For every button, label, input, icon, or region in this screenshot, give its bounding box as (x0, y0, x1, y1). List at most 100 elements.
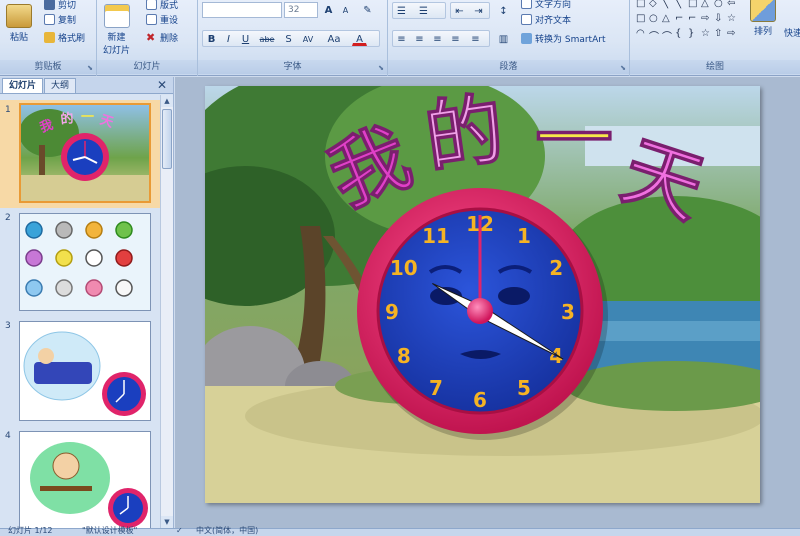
increase-indent-icon[interactable]: ⇥ (471, 3, 486, 18)
shape-option-icon[interactable]: ⇨ (727, 28, 735, 39)
scroll-thumb[interactable] (162, 109, 172, 169)
format-painter-button[interactable]: 格式刷 (44, 31, 85, 44)
smartart-icon (521, 33, 532, 44)
slide-thumbnail[interactable] (19, 321, 151, 421)
current-slide[interactable]: 我的一天 121234567891011 (205, 86, 760, 503)
layout-label: 版式 (160, 1, 179, 11)
change-case-button[interactable]: Aa (324, 31, 344, 46)
numbering-icon[interactable]: ☰ (416, 3, 431, 18)
shape-option-icon[interactable]: ◠ (636, 28, 645, 39)
reset-button[interactable]: 重设 (146, 13, 178, 26)
shape-option-icon[interactable]: □ (688, 0, 697, 9)
shape-option-icon[interactable]: ╲ (675, 0, 681, 9)
shape-option-icon[interactable]: ⇦ (727, 0, 735, 9)
scroll-up-icon[interactable]: ▲ (161, 95, 173, 107)
paragraph-group-label: 段落 (388, 60, 629, 74)
clear-format-icon[interactable]: ✎ (360, 2, 375, 17)
align-text-button[interactable]: 对齐文本 (521, 13, 571, 26)
font-name-select[interactable] (202, 2, 282, 18)
scroll-down-icon[interactable]: ▼ (161, 516, 173, 528)
slide-4-preview (20, 432, 150, 528)
bullets-icon[interactable]: ☰ (394, 3, 409, 18)
title-char: 的 (420, 86, 510, 184)
cut-button[interactable]: 剪切 (44, 0, 76, 11)
slide-thumbnail[interactable] (19, 431, 151, 528)
paste-button[interactable]: 粘贴 (6, 4, 32, 43)
shape-option-icon[interactable]: ⌒ (662, 28, 672, 43)
char-spacing-button[interactable]: AV (299, 31, 317, 46)
slide-1-preview: 我 的 一 天 (21, 105, 149, 201)
clock-number: 2 (549, 256, 563, 280)
font-group: 32 A A ✎ B I U abe S AV Aa A 字体 ⬊ (198, 0, 388, 76)
slides-group-label: 幻灯片 (97, 60, 197, 74)
shape-option-icon[interactable]: ⌐ (675, 13, 683, 24)
shape-option-icon[interactable]: ⌐ (688, 13, 696, 24)
slides-group: 新建 幻灯片 版式 重设 ✖ 删除 幻灯片 (97, 0, 198, 76)
title-char: 一 (535, 95, 613, 185)
clock-hub (467, 298, 493, 324)
clock-number: 5 (517, 376, 531, 400)
font-color-button[interactable]: A (352, 31, 367, 46)
strikethrough-button[interactable]: abe (256, 31, 278, 46)
shape-option-icon[interactable]: ⇨ (701, 13, 709, 24)
shrink-font-button[interactable]: A (338, 2, 353, 17)
thumbnail-list: 1 我 的 一 天 2 3 4 (0, 95, 160, 528)
paragraph-dialog-launcher-icon[interactable]: ⬊ (620, 64, 626, 72)
reset-icon (146, 14, 157, 25)
text-direction-button[interactable]: 文字方向 (521, 0, 571, 10)
shape-option-icon[interactable]: ☆ (701, 28, 710, 39)
shape-option-icon[interactable]: ○ (649, 13, 658, 24)
font-size-select[interactable]: 32 (284, 2, 318, 18)
shape-option-icon[interactable]: ╲ (662, 0, 668, 9)
new-slide-icon (103, 4, 130, 28)
tab-slides[interactable]: 幻灯片 (2, 78, 44, 93)
shape-option-icon[interactable]: ⌒ (649, 28, 659, 43)
shape-option-icon[interactable]: ☆ (727, 13, 736, 24)
font-dialog-launcher-icon[interactable]: ⬊ (378, 64, 384, 72)
shape-option-icon[interactable]: △ (701, 0, 709, 9)
slide-number: 2 (5, 213, 11, 223)
shape-option-icon[interactable]: ○ (714, 0, 723, 9)
shape-option-icon[interactable]: ⇧ (714, 28, 722, 39)
shape-option-icon[interactable]: { (675, 28, 681, 39)
convert-smartart-button[interactable]: 转换为 SmartArt (521, 32, 605, 45)
align-center-icon[interactable]: ≡ (412, 31, 427, 46)
grow-font-button[interactable]: A (321, 2, 336, 17)
slide-number: 1 (5, 105, 11, 115)
shape-gallery[interactable]: □ ◇ ╲ ╲ □ △ ○ ⇦ □ ○ △ ⌐ ⌐ ⇨ ⇩ ☆ ◠ ⌒ ⌒{} ☆ ⇧ ⇨ (636, 0, 740, 46)
arrange-button[interactable]: 排列 (750, 0, 776, 37)
align-left-icon[interactable]: ≡ (394, 31, 409, 46)
justify-icon[interactable]: ≡ (448, 31, 463, 46)
tab-outline[interactable]: 大纲 (44, 78, 77, 93)
align-right-icon[interactable]: ≡ (430, 31, 445, 46)
shadow-button[interactable]: S (281, 31, 296, 46)
underline-button[interactable]: U (238, 31, 253, 46)
clock-number: 3 (561, 300, 575, 324)
close-icon[interactable]: ✕ (157, 78, 167, 92)
shape-option-icon[interactable]: ⇩ (714, 13, 722, 24)
shape-option-icon[interactable]: △ (662, 13, 670, 24)
decrease-indent-icon[interactable]: ⇤ (452, 3, 467, 18)
copy-button[interactable]: 复制 (44, 13, 76, 26)
language[interactable]: 中文(简体，中国) (196, 527, 258, 535)
distribute-icon[interactable]: ≡ (468, 31, 483, 46)
italic-button[interactable]: I (221, 31, 236, 46)
spell-check-icon[interactable]: ✓ (176, 527, 183, 535)
shape-option-icon[interactable]: ◇ (649, 0, 657, 9)
shape-option-icon[interactable]: □ (636, 13, 645, 24)
quick-styles-button[interactable]: 快速 (784, 26, 800, 39)
theme-name[interactable]: "默认设计模板" (82, 527, 137, 535)
dialog-launcher-icon[interactable]: ⬊ (87, 64, 93, 72)
slide-thumbnail[interactable]: 我 的 一 天 (19, 103, 151, 203)
layout-button[interactable]: 版式 (146, 0, 178, 11)
bold-button[interactable]: B (204, 31, 219, 46)
delete-button[interactable]: ✖ 删除 (146, 31, 178, 44)
shape-option-icon[interactable]: □ (636, 0, 645, 9)
slide-thumbnail[interactable] (19, 213, 151, 311)
shape-option-icon[interactable]: } (688, 28, 694, 39)
line-spacing-icon[interactable]: ↕ (496, 3, 511, 18)
slide-number: 4 (5, 431, 11, 441)
columns-icon[interactable]: ▥ (496, 31, 511, 46)
thumbnail-scrollbar[interactable]: ▲ ▼ (160, 95, 173, 528)
new-slide-button[interactable]: 新建 幻灯片 (103, 4, 130, 56)
